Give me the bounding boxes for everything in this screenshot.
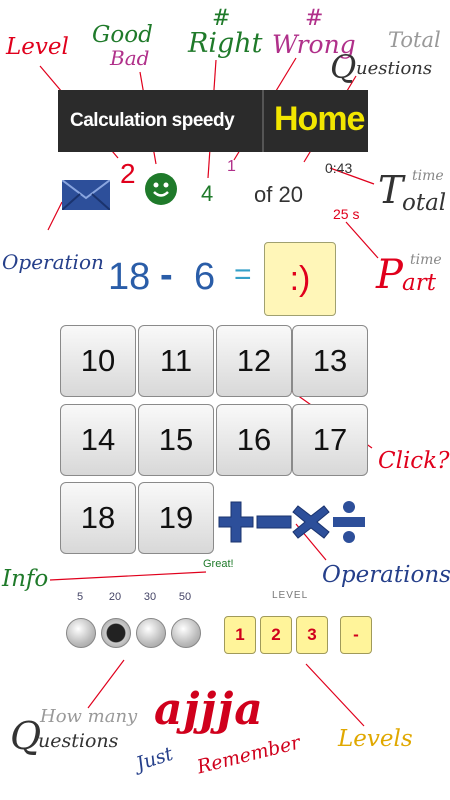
level-label: LEVEL	[272, 590, 309, 601]
annotation-levels: Levels	[338, 726, 413, 752]
annotation-just: Just	[133, 742, 176, 776]
qcount-label-30: 30	[143, 591, 157, 603]
level-button-none[interactable]: -	[340, 616, 372, 654]
key-13[interactable]: 13	[292, 325, 368, 397]
annotation-good: Good	[92, 22, 153, 48]
annotation-operations: Operations	[322, 562, 450, 588]
annotation-part-time-big: P	[376, 252, 403, 298]
total-time: 0:43	[325, 160, 353, 176]
part-time: 25 s	[333, 206, 360, 222]
annotation-right: Right	[188, 28, 263, 59]
annotation-part-time-small: time	[410, 252, 442, 268]
operator-sign: -	[160, 254, 173, 296]
total-questions: of 20	[254, 182, 303, 207]
good-face-icon	[145, 173, 177, 205]
operand-left: 18	[108, 256, 151, 298]
annotation-total-questions-small: Total	[388, 28, 441, 52]
level-value: 2	[120, 158, 136, 189]
key-19[interactable]: 19	[138, 482, 214, 554]
qcount-radio-30[interactable]	[136, 618, 166, 648]
level-button-2[interactable]: 2	[260, 616, 292, 654]
right-count: 4	[201, 181, 214, 206]
key-11[interactable]: 11	[138, 325, 214, 397]
level-button-1[interactable]: 1	[224, 616, 256, 654]
qcount-radio-5[interactable]	[66, 618, 96, 648]
annotation-total-questions-rest: uestions	[356, 58, 433, 79]
key-17[interactable]: 17	[292, 404, 368, 476]
annotation-info: Info	[2, 566, 49, 592]
annotation-part-time-rest: art	[402, 270, 436, 296]
qcount-label-20: 20	[108, 591, 122, 603]
annotation-bad: Bad	[110, 46, 150, 70]
annotation-wrong-hash: #	[305, 6, 324, 31]
equals-sign: =	[234, 258, 252, 291]
multiply-icon[interactable]	[292, 498, 330, 551]
answer-box: :)	[264, 242, 336, 316]
key-12[interactable]: 12	[216, 325, 292, 397]
plus-icon[interactable]	[218, 498, 254, 551]
qcount-label-5: 5	[76, 591, 84, 603]
annotation-how-many-big: Q	[10, 714, 42, 758]
annotation-remember: Remember	[194, 731, 303, 779]
minus-icon[interactable]	[256, 498, 292, 551]
key-14[interactable]: 14	[60, 404, 136, 476]
qcount-radio-20[interactable]	[101, 618, 131, 648]
annotation-total-time-rest: otal	[402, 190, 447, 216]
key-10[interactable]: 10	[60, 325, 136, 397]
level-button-3[interactable]: 3	[296, 616, 328, 654]
qcount-label-50: 50	[178, 591, 192, 603]
divide-icon[interactable]	[332, 498, 366, 551]
app-header: Calculation speedy Home	[58, 90, 368, 152]
annotation-level: Level	[6, 34, 69, 60]
annotation-total-questions-big: Q	[330, 48, 357, 86]
annotation-total-time-big: T	[378, 168, 404, 212]
qcount-radio-50[interactable]	[171, 618, 201, 648]
key-16[interactable]: 16	[216, 404, 292, 476]
operand-right: 6	[194, 256, 216, 298]
home-button[interactable]: Home	[274, 100, 365, 139]
wrong-count: 1	[227, 158, 236, 175]
annotation-click: Click?	[378, 448, 450, 474]
annotation-how-many-small: How many	[40, 706, 138, 727]
header-divider	[262, 90, 264, 152]
annotation-operation: Operation	[2, 250, 104, 274]
operation-indicator-icon[interactable]	[61, 179, 111, 215]
app-title: Calculation speedy	[70, 110, 235, 131]
annotation-how-many-rest: uestions	[38, 730, 119, 752]
key-15[interactable]: 15	[138, 404, 214, 476]
ajjja-logo: ajjja	[154, 684, 264, 735]
annotation-total-time-small: time	[412, 168, 444, 184]
key-18[interactable]: 18	[60, 482, 136, 554]
info-message: Great!	[203, 558, 234, 570]
